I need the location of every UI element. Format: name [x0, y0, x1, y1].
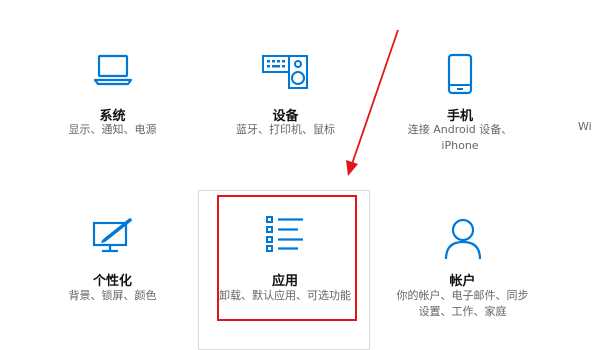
annotation-arrow	[346, 29, 399, 176]
